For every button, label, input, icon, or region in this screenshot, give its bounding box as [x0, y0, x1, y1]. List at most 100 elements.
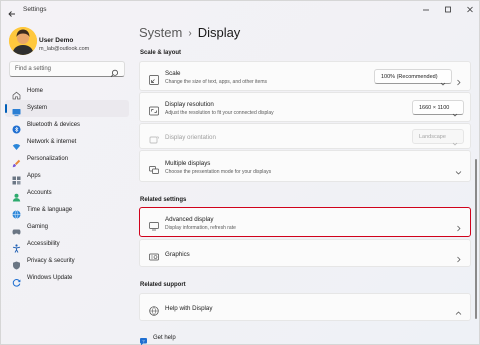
avatar — [9, 27, 37, 55]
multiple-displays-card[interactable]: Multiple displays Choose the presentatio… — [139, 150, 471, 182]
breadcrumb: System › Display — [139, 25, 240, 43]
user-email: m_lab@outlook.com — [39, 46, 90, 52]
sidebar: User Demo m_lab@outlook.com Find a setti… — [1, 21, 133, 345]
chevron-right-icon — [455, 250, 462, 263]
sidebar-item-label: Apps — [27, 173, 41, 179]
multiple-displays-subtitle: Choose the presentation mode for your di… — [165, 169, 272, 175]
help-with-display-card[interactable]: Help with Display — [139, 293, 471, 321]
scale-icon — [149, 72, 159, 85]
help-icon: ? — [139, 334, 149, 345]
sidebar-item-label: Bluetooth & devices — [27, 122, 81, 128]
advanced-display-card[interactable]: Advanced display Display information, re… — [139, 207, 471, 237]
monitor-icon — [149, 218, 159, 231]
sidebar-item-label: Privacy & security — [27, 258, 75, 264]
maximize-button[interactable] — [441, 4, 455, 16]
multiple-displays-title: Multiple displays — [165, 160, 211, 167]
globe-icon — [149, 303, 159, 316]
shield-icon — [12, 257, 21, 270]
sidebar-item-bluetooth[interactable]: Bluetooth & devices — [5, 117, 129, 134]
chevron-down-icon — [452, 105, 458, 117]
resolution-icon — [149, 103, 159, 116]
sidebar-item-network[interactable]: Network & internet — [5, 134, 129, 151]
section-title-related-settings: Related settings — [140, 197, 187, 203]
chevron-right-icon — [455, 219, 462, 232]
advanced-display-title: Advanced display — [165, 216, 214, 223]
scale-dropdown[interactable]: 100% (Recommended) — [374, 69, 452, 86]
search-placeholder: Find a setting — [15, 66, 52, 72]
app-title: Settings — [23, 6, 47, 13]
sidebar-item-label: Network & internet — [27, 139, 77, 145]
update-icon — [12, 274, 21, 287]
orientation-title: Display orientation — [165, 134, 216, 141]
home-icon — [12, 87, 21, 100]
sidebar-item-accounts[interactable]: Accounts — [5, 185, 129, 202]
system-icon — [12, 104, 21, 117]
sidebar-item-windows-update[interactable]: Windows Update — [5, 270, 129, 287]
chevron-down-icon — [440, 74, 446, 86]
orientation-dropdown-value: Landscape — [419, 134, 446, 140]
user-name: User Demo — [39, 37, 74, 44]
gaming-icon — [12, 223, 21, 235]
sidebar-item-label: Accounts — [27, 190, 52, 196]
scale-dropdown-value: 100% (Recommended) — [381, 74, 438, 80]
sidebar-item-label: Time & language — [27, 207, 73, 213]
brush-icon — [12, 155, 21, 168]
sidebar-item-privacy-security[interactable]: Privacy & security — [5, 253, 129, 270]
search-icon[interactable] — [110, 65, 119, 78]
globe-icon — [12, 206, 21, 219]
resolution-title: Display resolution — [165, 101, 214, 108]
sidebar-item-time-language[interactable]: Time & language — [5, 202, 129, 219]
orientation-dropdown: Landscape — [412, 129, 464, 146]
multiple-displays-icon — [149, 162, 159, 174]
resolution-dropdown[interactable]: 1660 × 1100 — [412, 100, 464, 117]
resolution-dropdown-value: 1660 × 1100 — [419, 105, 450, 111]
page-title: Display — [197, 25, 241, 40]
chevron-down-icon[interactable] — [455, 163, 462, 175]
sidebar-item-system[interactable]: System — [5, 100, 129, 117]
scale-title: Scale — [165, 70, 181, 77]
sidebar-item-label: Personalization — [27, 156, 69, 162]
sidebar-item-label: Gaming — [27, 224, 49, 230]
sidebar-item-personalization[interactable]: Personalization — [5, 151, 129, 168]
user-profile[interactable]: User Demo m_lab@outlook.com — [9, 27, 129, 57]
main-content: System › Display Scale & layout Scale Chan… — [133, 21, 479, 345]
minimize-button[interactable] — [419, 4, 433, 16]
bluetooth-icon — [12, 121, 21, 134]
sidebar-item-home[interactable]: Home — [5, 83, 129, 100]
search-input[interactable]: Find a setting — [9, 61, 125, 78]
scrollbar[interactable] — [475, 159, 477, 319]
apps-icon — [12, 172, 21, 185]
orientation-setting-card: Display orientation Landscape — [139, 123, 471, 149]
chevron-right-icon — [455, 73, 462, 86]
help-with-display-title: Help with Display — [165, 305, 213, 312]
close-button[interactable] — [463, 4, 477, 16]
sidebar-item-label: Accessibility — [27, 241, 60, 247]
sidebar-item-accessibility[interactable]: Accessibility — [5, 236, 129, 253]
graphics-title: Graphics — [165, 251, 190, 258]
title-bar: Settings — [1, 1, 479, 21]
accessibility-icon — [12, 240, 21, 253]
sidebar-item-apps[interactable]: Apps — [5, 168, 129, 185]
section-title-scale-layout: Scale & layout — [140, 50, 182, 56]
resolution-subtitle: Adjust the resolution to fit your connec… — [165, 110, 274, 116]
resolution-setting-card[interactable]: Display resolution Adjust the resolution… — [139, 92, 471, 122]
scale-setting-card[interactable]: Scale Change the size of text, apps, and… — [139, 61, 471, 91]
graphics-icon — [149, 249, 159, 261]
chevron-up-icon[interactable] — [455, 304, 462, 315]
sidebar-item-label: System — [27, 105, 48, 111]
graphics-card[interactable]: Graphics — [139, 239, 471, 267]
breadcrumb-parent[interactable]: System — [139, 25, 182, 40]
sidebar-nav: Home System Bluetooth & devices Network … — [5, 83, 129, 287]
sidebar-item-label: Windows Update — [27, 275, 73, 281]
sidebar-item-label: Home — [27, 88, 44, 94]
back-arrow-icon[interactable] — [7, 6, 17, 17]
accounts-icon — [12, 189, 21, 202]
scale-subtitle: Change the size of text, apps, and other… — [165, 79, 268, 85]
get-help-label: Get help — [153, 335, 176, 341]
section-title-related-support: Related support — [140, 282, 186, 288]
orientation-icon — [149, 132, 159, 144]
advanced-display-subtitle: Display information, refresh rate — [165, 225, 236, 231]
network-icon — [12, 138, 21, 150]
sidebar-item-gaming[interactable]: Gaming — [5, 219, 129, 236]
breadcrumb-separator: › — [188, 28, 192, 39]
